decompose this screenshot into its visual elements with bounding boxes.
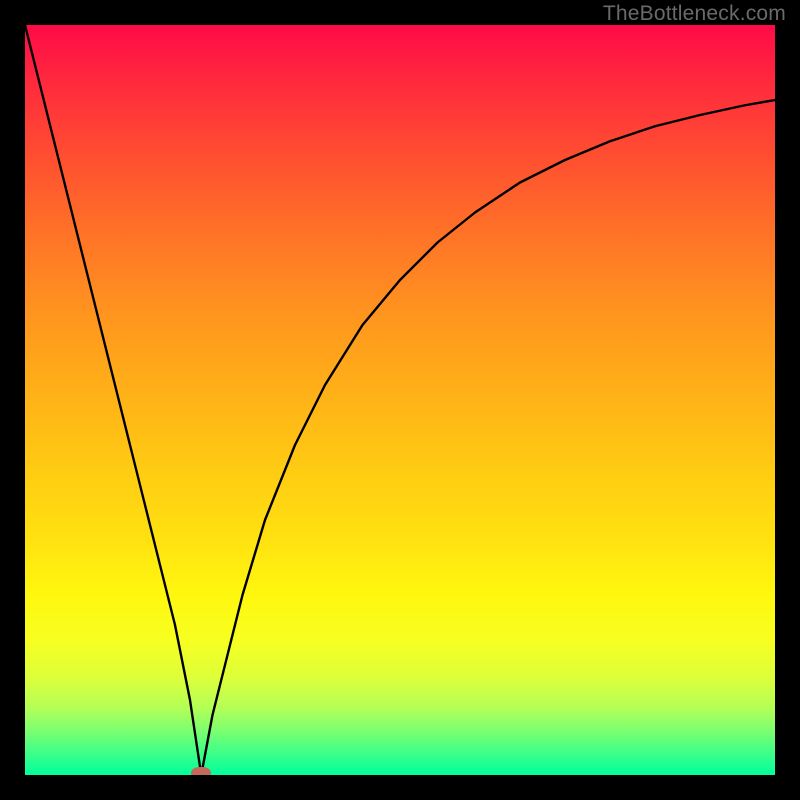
minimum-marker	[191, 767, 211, 775]
bottleneck-curve	[25, 25, 775, 775]
curve-svg	[25, 25, 775, 775]
chart-frame: TheBottleneck.com	[0, 0, 800, 800]
watermark-text: TheBottleneck.com	[603, 2, 786, 26]
plot-area	[25, 25, 775, 775]
